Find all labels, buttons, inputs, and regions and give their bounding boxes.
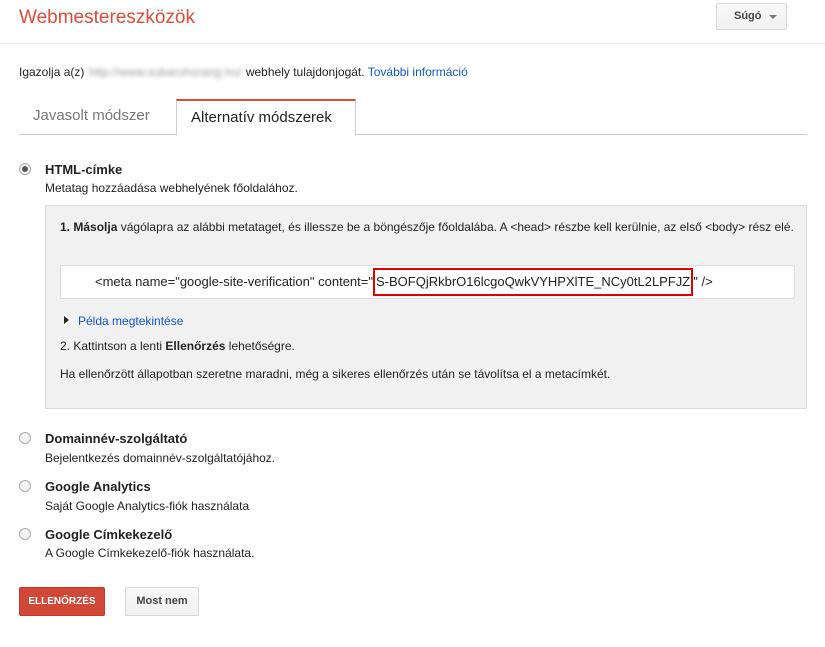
example-toggle[interactable]: Példa megtekintése xyxy=(64,314,183,328)
step1-number: 1. xyxy=(60,220,71,234)
verify-ownership-text: Igazolja a(z) http://www.subaruhorang.hu… xyxy=(19,65,468,79)
help-button[interactable]: Súgó xyxy=(716,3,787,30)
method-tabs: Javasolt módszer Alternatív módszerek xyxy=(19,99,807,136)
more-info-link[interactable]: További információ xyxy=(368,65,468,79)
verify-prefix: Igazolja a(z) xyxy=(19,65,85,79)
meta-tag-prefix: <meta name="google-site-verification" co… xyxy=(95,274,373,289)
verify-suffix: webhely tulajdonjogát. xyxy=(245,65,365,79)
option-html-tag-desc: Metatag hozzáadása webhelyének főoldaláh… xyxy=(45,181,298,195)
option-tag-manager-title[interactable]: Google Címkekezelő xyxy=(45,527,172,542)
keep-tag-note: Ha ellenőrzött állapotban szeretne marad… xyxy=(60,367,611,381)
verify-button[interactable]: ELLENŐRZÉS xyxy=(19,587,105,616)
meta-tag-suffix: " /> xyxy=(693,274,713,289)
step1-body: vágólapra az alábbi metataget, és illess… xyxy=(120,220,794,234)
chevron-down-icon xyxy=(769,15,777,19)
option-analytics-desc: Saját Google Analytics-fiók használata xyxy=(45,499,250,513)
not-now-button[interactable]: Most nem xyxy=(125,587,199,616)
tab-recommended-method[interactable]: Javasolt módszer xyxy=(19,99,164,135)
html-tag-instructions-panel: 1. Másolja vágólapra az alábbi metataget… xyxy=(45,205,807,409)
step1-text: 1. Másolja vágólapra az alábbi metataget… xyxy=(60,219,795,236)
step2-suffix: lehetőségre. xyxy=(228,339,295,353)
radio-domain-provider[interactable] xyxy=(19,432,31,444)
step2-bold: Ellenőrzés xyxy=(165,339,226,353)
example-link[interactable]: Példa megtekintése xyxy=(78,314,183,328)
step2-text: 2. Kattintson a lenti Ellenőrzés lehetős… xyxy=(60,339,295,353)
tab-alternative-methods[interactable]: Alternatív módszerek xyxy=(176,99,356,136)
option-domain-title[interactable]: Domainnév-szolgáltató xyxy=(45,431,187,446)
radio-google-analytics[interactable] xyxy=(19,480,31,492)
app-title[interactable]: Webmestereszközök xyxy=(19,7,195,29)
verification-token[interactable]: S-BOFQjRkbrO16lcgoQwkVYHPXlTE_NCy0tL2LPF… xyxy=(372,268,694,296)
option-domain-desc: Bejelentkezés domainnév-szolgáltatójához… xyxy=(45,451,276,465)
radio-html-tag[interactable] xyxy=(19,163,31,175)
option-tag-manager-desc: A Google Címkekezelő-fiók használata. xyxy=(45,546,255,560)
radio-google-tag-manager[interactable] xyxy=(19,528,31,540)
option-html-tag-title[interactable]: HTML-címke xyxy=(45,162,122,177)
step1-bold: Másolja xyxy=(73,220,118,234)
option-analytics-title[interactable]: Google Analytics xyxy=(45,479,151,494)
meta-tag-code-box[interactable]: <meta name="google-site-verification" co… xyxy=(60,265,795,299)
help-button-label: Súgó xyxy=(734,10,762,22)
site-url: http://www.subaruhorang.hu/ xyxy=(88,65,242,79)
triangle-right-icon xyxy=(64,316,69,324)
step2-prefix: 2. Kattintson a lenti xyxy=(60,339,163,353)
top-bar: Webmestereszközök Súgó xyxy=(0,0,825,44)
